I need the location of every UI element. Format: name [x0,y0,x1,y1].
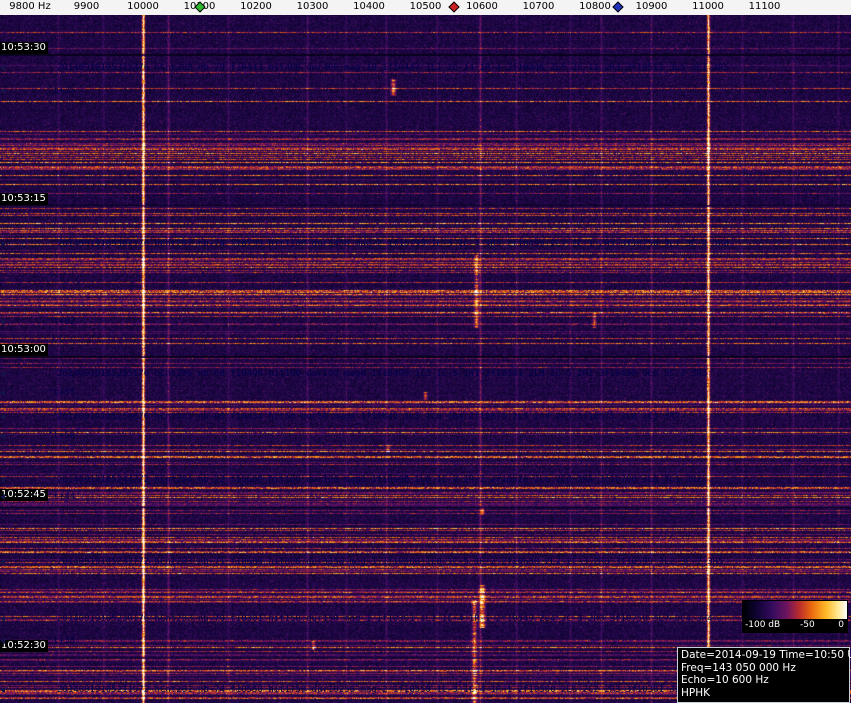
legend-min-label: -100 dB [745,620,780,630]
legend-labels: -100 dB -50 0 [743,619,847,632]
freq-tick-label: 10900 [636,1,668,12]
freq-tick-label: 11000 [692,1,724,12]
frequency-axis: 9800 Hz990010000101001020010300104001050… [0,0,851,15]
colormap-gradient [743,601,847,619]
info-station-id: HPHK [681,687,846,700]
freq-tick-label: 10700 [523,1,555,12]
freq-marker-blue-icon[interactable] [612,1,623,12]
info-echo-freq: Echo=10 600 Hz [681,674,846,687]
freq-tick-label: 10000 [127,1,159,12]
info-date-time: Date=2014-09-19 Time=10:50 UTC [681,649,846,662]
freq-tick-label: 10500 [410,1,442,12]
freq-marker-red-icon[interactable] [448,1,459,12]
freq-tick-label: 10200 [240,1,272,12]
freq-tick-label: 11100 [749,1,781,12]
freq-tick-label: 10800 [579,1,611,12]
intensity-legend: -100 dB -50 0 [742,600,848,633]
info-frequency: Freq=143 050 000 Hz [681,662,846,675]
freq-tick-label: 10400 [353,1,385,12]
legend-mid-label: -50 [800,620,815,630]
freq-tick-label: 9800 Hz [9,1,50,12]
spectrogram-canvas [0,15,851,703]
freq-tick-label: 9900 [74,1,99,12]
status-info-box: Date=2014-09-19 Time=10:50 UTC Freq=143 … [677,647,850,703]
freq-tick-label: 10300 [297,1,329,12]
meteor-spectrogram-app: 9800 Hz990010000101001020010300104001050… [0,0,851,703]
freq-tick-label: 10600 [466,1,498,12]
legend-max-label: 0 [838,620,844,630]
